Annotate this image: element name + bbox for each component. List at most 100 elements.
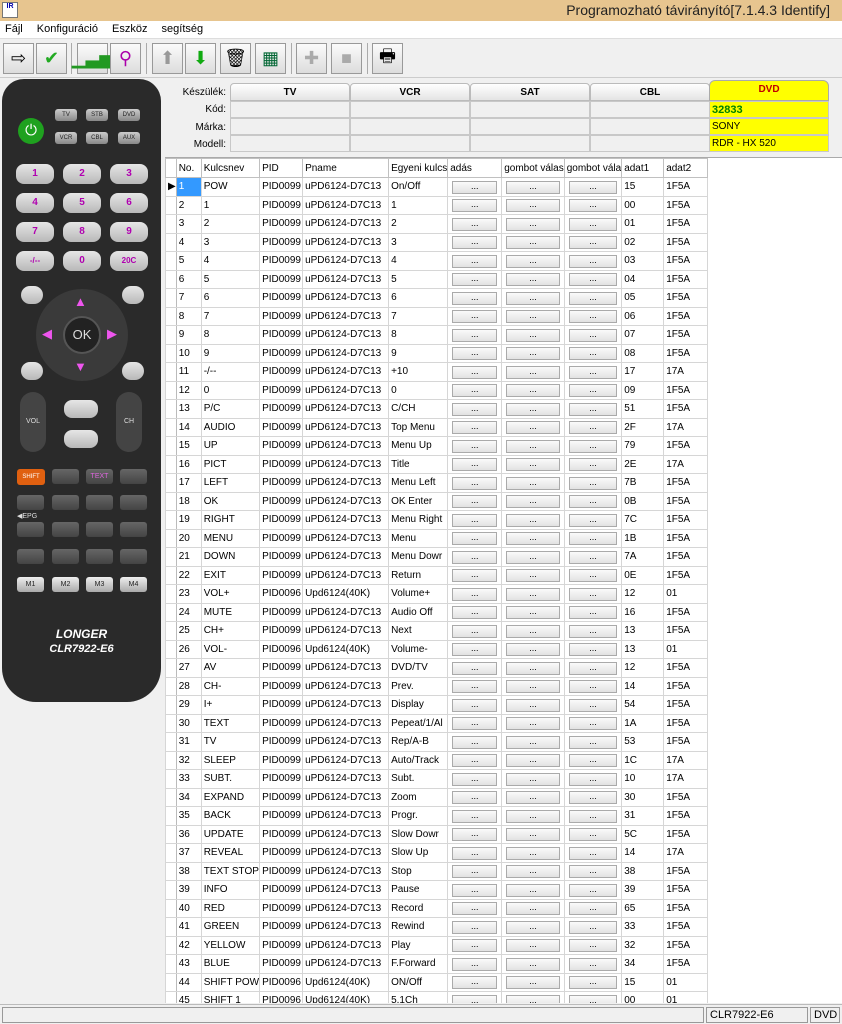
cell-data2[interactable]: 1F5A	[663, 676, 709, 696]
table-row[interactable]: 30 TEXT PID0099 uPD6124-D7C13 Pepeat/1/Al...…	[165, 713, 709, 733]
table-row[interactable]: 45 SHIFT 1 PID0096 Upd6124(40K) 5.1Ch.......…	[165, 991, 709, 1003]
cell-keyname[interactable]: RED	[200, 898, 261, 918]
key-select-button-2[interactable]: ...	[568, 754, 618, 768]
table-row[interactable]: 29 I+ PID0099 uPD6124-D7C13 Display.........…	[165, 695, 709, 715]
cell-pid[interactable]: PID0099	[259, 251, 304, 271]
cell-data1[interactable]: 65	[621, 898, 665, 918]
table-row[interactable]: 40 RED PID0099 uPD6124-D7C13 Record.........…	[165, 898, 709, 918]
cell-data2[interactable]: 1F5A	[663, 861, 709, 881]
cell-pid[interactable]: PID0099	[259, 658, 304, 678]
cell-no[interactable]: 43	[175, 954, 202, 974]
key-select-button-1[interactable]: ...	[506, 772, 560, 786]
m4-button[interactable]: M4	[120, 577, 147, 592]
cell-no[interactable]: 19	[175, 510, 202, 530]
ch-rocker[interactable]: CH	[116, 392, 142, 452]
cell-keyname[interactable]: OK	[200, 491, 261, 511]
cell-data1[interactable]: 2E	[621, 454, 665, 474]
cell-pname[interactable]: uPD6124-D7C13	[302, 547, 390, 567]
cell-data2[interactable]: 17A	[663, 843, 709, 863]
table-row[interactable]: 13 P/C PID0099 uPD6124-D7C13 C/CH......... 51…	[165, 399, 709, 419]
cell-keyname[interactable]: 0	[200, 380, 261, 400]
cell-data2[interactable]: 1F5A	[663, 473, 709, 493]
cell-custom-key[interactable]: ON/Off	[388, 972, 449, 992]
cell-pname[interactable]: uPD6124-D7C13	[302, 195, 390, 215]
row-selector[interactable]	[165, 343, 177, 363]
key-select-button-2[interactable]: ...	[568, 902, 618, 916]
cell-keyname[interactable]: RIGHT	[200, 510, 261, 530]
key-select-button-2[interactable]: ...	[568, 513, 618, 527]
cell-keyname[interactable]: AUDIO	[200, 417, 261, 437]
func-key-15[interactable]	[86, 549, 113, 564]
cell-custom-key[interactable]: 7	[388, 306, 449, 326]
cell-data1[interactable]: 1C	[621, 750, 665, 770]
cell-data2[interactable]: 1F5A	[663, 547, 709, 567]
cell-pid[interactable]: PID0099	[259, 491, 304, 511]
col-pid[interactable]: PID	[259, 158, 304, 178]
cell-data1[interactable]: 03	[621, 251, 665, 271]
cell-data2[interactable]: 1F5A	[663, 621, 709, 641]
row-selector[interactable]	[165, 935, 177, 955]
key-select-button-1[interactable]: ...	[506, 717, 560, 731]
cell-pname[interactable]: uPD6124-D7C13	[302, 362, 390, 382]
key-select-button-2[interactable]: ...	[568, 550, 618, 564]
col-no[interactable]: No.	[175, 158, 202, 178]
cell-data1[interactable]: 30	[621, 787, 665, 807]
table-row[interactable]: 10 9 PID0099 uPD6124-D7C13 9......... 08 1F5A	[165, 343, 709, 363]
cell-keyname[interactable]: DOWN	[200, 547, 261, 567]
cell-no[interactable]: 16	[175, 454, 202, 474]
cell-pid[interactable]: PID0099	[259, 917, 304, 937]
tab-tv[interactable]: TV	[230, 83, 350, 101]
key-select-button-1[interactable]: ...	[506, 569, 560, 583]
key-select-button-2[interactable]: ...	[568, 532, 618, 546]
col-data2[interactable]: adat2	[663, 158, 709, 178]
key-select-button-1[interactable]: ...	[506, 421, 560, 435]
cell-custom-key[interactable]: Menu Left	[388, 473, 449, 493]
row-selector[interactable]	[165, 362, 177, 382]
digit-2[interactable]: 2	[63, 164, 101, 184]
digit-8[interactable]: 8	[63, 222, 101, 242]
cell-custom-key[interactable]: Volume+	[388, 584, 449, 604]
cell-custom-key[interactable]: Menu Up	[388, 436, 449, 456]
cell-pid[interactable]: PID0099	[259, 528, 304, 548]
digit-9[interactable]: 9	[110, 222, 148, 242]
table-row[interactable]: 42 YELLOW PID0099 uPD6124-D7C13 Play........…	[165, 935, 709, 955]
cell-keyname[interactable]: UPDATE	[200, 824, 261, 844]
digit-7[interactable]: 7	[16, 222, 54, 242]
cell-no[interactable]: 42	[175, 935, 202, 955]
table-row[interactable]: 17 LEFT PID0099 uPD6124-D7C13 Menu Left.....…	[165, 473, 709, 493]
key-select-button-1[interactable]: ...	[506, 310, 560, 324]
cell-pid[interactable]: PID0099	[259, 547, 304, 567]
key-select-button-1[interactable]: ...	[506, 217, 560, 231]
cell-keyname[interactable]: INFO	[200, 880, 261, 900]
cell-pname[interactable]: Upd6124(40K)	[302, 972, 390, 992]
tv-model[interactable]	[230, 135, 350, 152]
row-selector[interactable]	[165, 898, 177, 918]
key-select-button-2[interactable]: ...	[568, 717, 618, 731]
send-button[interactable]: ...	[452, 994, 498, 1003]
cell-no[interactable]: 39	[175, 880, 202, 900]
cell-data1[interactable]: 09	[621, 380, 665, 400]
row-selector[interactable]	[165, 991, 177, 1003]
cell-custom-key[interactable]: Progr.	[388, 806, 449, 826]
cell-keyname[interactable]: P/C	[200, 399, 261, 419]
cell-pid[interactable]: PID0099	[259, 214, 304, 234]
cell-no[interactable]: 38	[175, 861, 202, 881]
dvd-brand[interactable]: SONY	[709, 118, 829, 135]
table-row[interactable]: 34 EXPAND PID0099 uPD6124-D7C13 Zoom........…	[165, 787, 709, 807]
key-select-button-1[interactable]: ...	[506, 365, 560, 379]
cell-data1[interactable]: 01	[621, 214, 665, 234]
cell-keyname[interactable]: EXPAND	[200, 787, 261, 807]
cell-no[interactable]: 41	[175, 917, 202, 937]
row-selector[interactable]	[165, 861, 177, 881]
cell-data2[interactable]: 1F5A	[663, 732, 709, 752]
cell-no[interactable]: 21	[175, 547, 202, 567]
row-selector[interactable]	[165, 380, 177, 400]
send-button[interactable]: ...	[452, 624, 498, 638]
cell-no[interactable]: 29	[175, 695, 202, 715]
send-button[interactable]: ...	[452, 883, 498, 897]
row-selector[interactable]	[165, 695, 177, 715]
send-button[interactable]: ...	[452, 236, 498, 250]
cell-data1[interactable]: 0E	[621, 565, 665, 585]
row-selector[interactable]	[165, 732, 177, 752]
cell-custom-key[interactable]: Pause	[388, 880, 449, 900]
